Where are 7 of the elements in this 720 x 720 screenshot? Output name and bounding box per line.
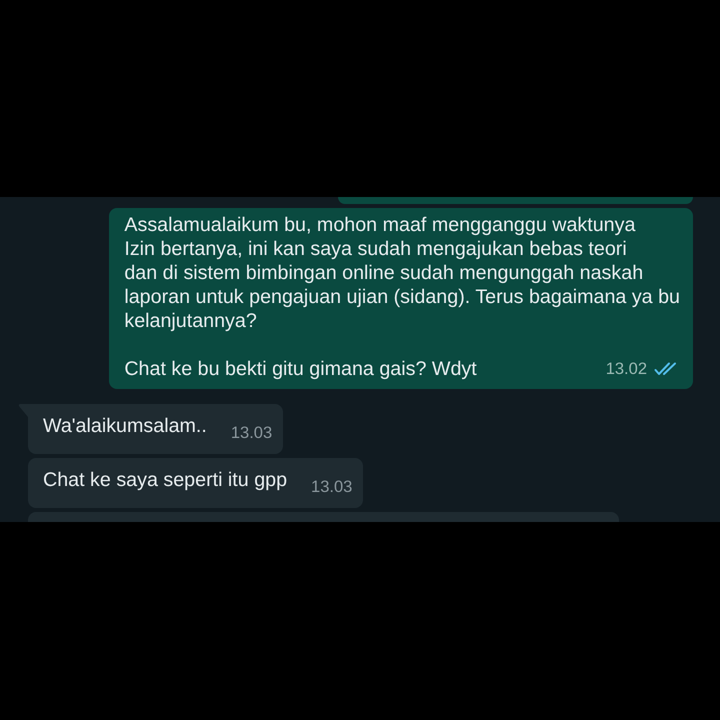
message-time: 13.03 xyxy=(311,479,352,495)
message-text: Chat ke saya seperti itu gpp xyxy=(43,468,288,492)
message-text: Chat ke bu bekti gitu gimana gais? Wdyt xyxy=(124,357,477,381)
message-time: 13.02 xyxy=(606,361,647,377)
message-text: Assalamualaikum bu, mohon maaf mengganggu waktunya Izin bertanya, ini kan saya sudah mengajukan bebas teori dan di sistem bimbingan online sudah mengunggah naskah laporan untuk pengajuan ujian (sidang). Terus bagaimana ya bu kelanjutannya? xyxy=(124,213,680,333)
message-text: Wa'alaikumsalam.. xyxy=(43,414,207,438)
message-time: 13.03 xyxy=(230,425,272,441)
